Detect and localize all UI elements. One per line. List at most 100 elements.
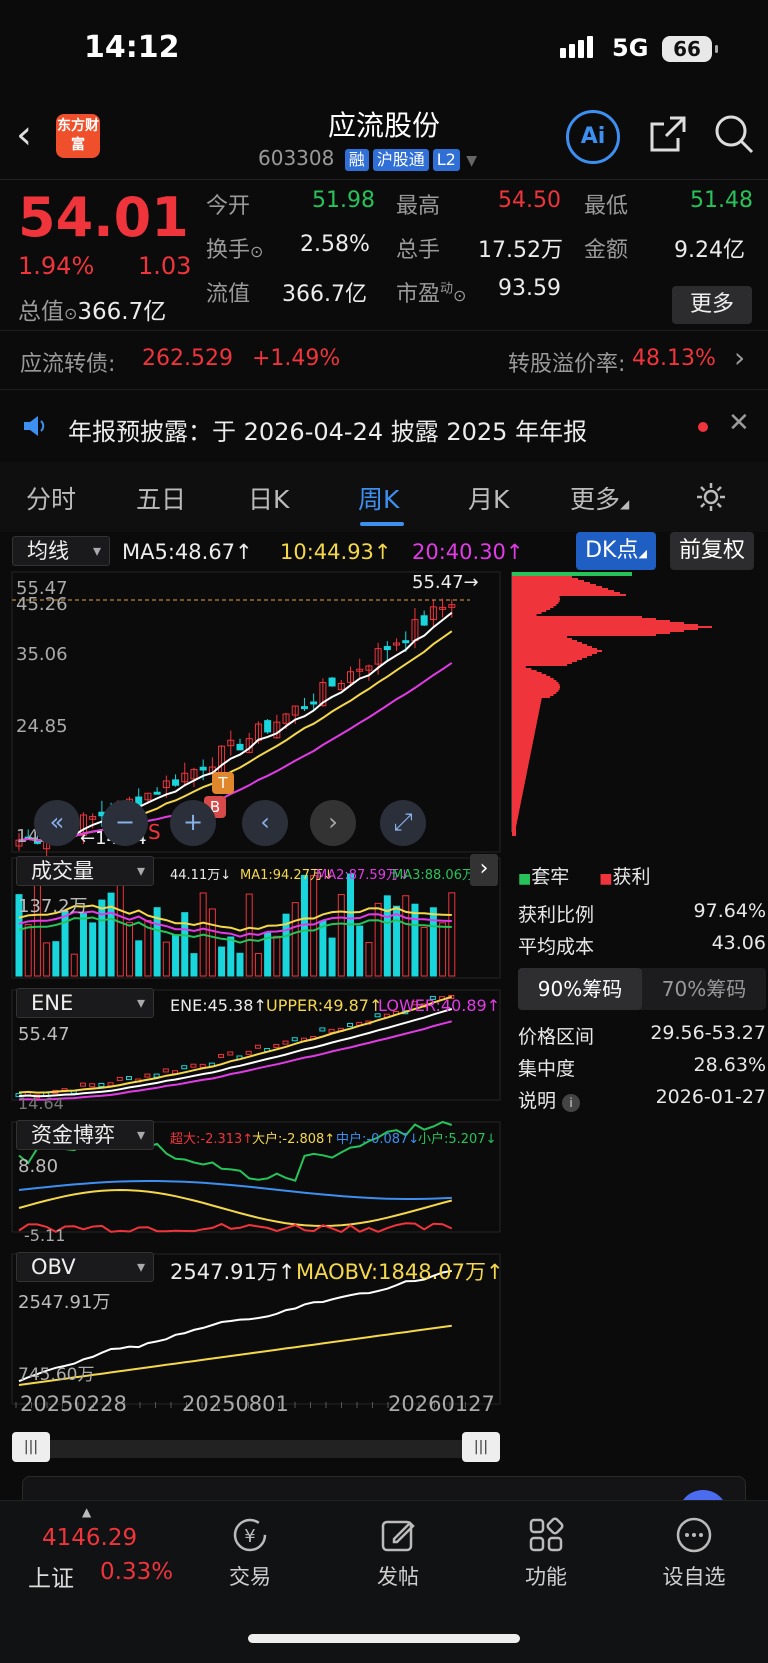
indicator-select-volume[interactable]: 成交量 (16, 856, 154, 886)
zoom-out-icon[interactable]: − (102, 800, 148, 846)
ene-lower: LOWER:40.89↑ (378, 996, 501, 1015)
range-handle-left[interactable]: ||| (12, 1432, 50, 1462)
share-icon[interactable] (648, 114, 688, 154)
stock-header: ‹ 东方财富 应流股份 603308 融沪股通 L2 ▼ Ai (0, 100, 768, 180)
gear-icon[interactable] (694, 480, 728, 514)
legend-profit: 获利 (612, 866, 651, 888)
ene-candle (254, 1044, 261, 1049)
float-value: 366.7亿 (282, 282, 367, 307)
info-icon[interactable]: ⊙ (64, 304, 77, 323)
ene-candle (227, 1051, 234, 1056)
t-badge[interactable]: T (212, 772, 234, 794)
scroll-right-icon[interactable]: › (310, 800, 356, 846)
volume-bar (70, 953, 78, 977)
volume-bar (218, 946, 226, 977)
volume-bar (411, 903, 419, 977)
volume-bar (126, 921, 133, 977)
adjust-button[interactable]: 前复权 (670, 532, 754, 570)
change-percent: 1.94% (18, 252, 95, 280)
grid-icon (529, 1517, 564, 1552)
volume-bar (383, 895, 391, 977)
notice-bar[interactable]: 年报预披露：于 2026-04-24 披露 2025 年年报 ✕ (0, 396, 768, 458)
bond-label: 应流转债: (20, 352, 116, 377)
ene-candle (328, 1028, 335, 1033)
zoom-in-icon[interactable]: + (170, 800, 216, 846)
tab-intraday[interactable]: 分时 (26, 480, 76, 516)
tab-daily-k[interactable]: 日K (248, 480, 289, 516)
zoom-out-pan-icon[interactable]: « (34, 800, 80, 846)
ma20-value: 20:40.30↑ (412, 540, 524, 564)
tab-five-day[interactable]: 五日 (136, 480, 186, 516)
s-badge[interactable]: S (148, 820, 161, 844)
ene-candle (144, 1073, 151, 1078)
index-name[interactable]: 上证 (28, 1559, 74, 1593)
dk-point-button[interactable]: DK点◢ (576, 532, 656, 570)
volume-current: 44.11万↓ (170, 868, 232, 883)
network-label: 5G (612, 34, 649, 62)
total-value: 366.7亿 (77, 299, 167, 325)
obv-top: 2547.91万 (18, 1292, 111, 1313)
ene-candle (107, 1082, 114, 1087)
total-value-row: 总值⊙366.7亿 (18, 292, 194, 326)
tab-monthly-k[interactable]: 月K (468, 480, 509, 516)
close-icon[interactable]: ✕ (728, 408, 750, 438)
candle-body (402, 640, 410, 644)
ene-upper: UPPER:49.87↑ (266, 996, 383, 1015)
ai-button[interactable]: Ai (566, 110, 620, 164)
open-value: 51.98 (312, 188, 375, 213)
volume-bar (393, 905, 401, 977)
yen-cycle-icon: ¥ (233, 1518, 267, 1552)
notice-text: 年报预披露：于 2026-04-24 披露 2025 年年报 (68, 418, 588, 446)
scroll-left-icon[interactable]: ‹ (242, 800, 288, 846)
chip-percent-toggle: 90%筹码 70%筹码 (518, 968, 766, 1010)
ene-candle (291, 1037, 298, 1042)
volume-bar (52, 941, 60, 977)
price-range-row: 价格区间 29.56-53.27 (518, 1022, 766, 1048)
seg-70[interactable]: 70%筹码 (642, 968, 766, 1010)
tab-weekly-k[interactable]: 周K (358, 480, 399, 516)
nav-trade[interactable]: ¥ 交易 (190, 1515, 310, 1591)
index-pct[interactable]: 0.33% (100, 1559, 173, 1585)
fullscreen-icon[interactable]: ⤢ (380, 800, 426, 846)
range-scroller[interactable] (12, 1440, 500, 1458)
seg-90[interactable]: 90%筹码 (518, 968, 642, 1010)
indicator-select-fund[interactable]: 资金博弈 (16, 1120, 154, 1150)
volume-bar (328, 937, 336, 977)
home-indicator (248, 1634, 520, 1643)
more-dots-icon (676, 1517, 712, 1553)
current-price: 54.01 (18, 186, 189, 249)
volume-value: 17.52万 (478, 238, 563, 263)
indicator-select-ene[interactable]: ENE (16, 988, 154, 1018)
info-icon[interactable]: ⊙ (453, 286, 466, 305)
convertible-bond-row[interactable]: 应流转债: 262.529 +1.49% 转股溢价率: 48.13% › (0, 330, 768, 390)
search-icon[interactable] (712, 112, 756, 156)
indicator-select-ma[interactable]: 均线 (12, 536, 110, 566)
turnover-label: 换手⊙ (206, 238, 264, 263)
volume-bar (135, 940, 143, 977)
fund-small: 小户:5.207↓ (418, 1132, 497, 1147)
note-row[interactable]: 说明 i 2026-01-27 (518, 1086, 766, 1113)
nav-function[interactable]: 功能 (486, 1515, 606, 1591)
chevron-down-icon[interactable]: ▼ (466, 153, 477, 169)
nav-watchlist-add[interactable]: 设自选 (634, 1515, 754, 1591)
volume-bar (402, 895, 410, 977)
more-button[interactable]: 更多 (672, 286, 752, 324)
ene-candle (319, 1027, 326, 1032)
fund-big-line (18, 1188, 453, 1228)
info-icon[interactable]: ⊙ (250, 242, 263, 261)
volume-bar (429, 907, 437, 977)
candle-body (236, 743, 244, 751)
bond-pct: +1.49% (252, 346, 341, 371)
volume-bar (236, 952, 244, 977)
speaker-icon (24, 416, 45, 436)
range-handle-right[interactable]: ||| (462, 1432, 500, 1462)
tab-more[interactable]: 更多◢ (570, 480, 629, 516)
edit-icon (381, 1520, 415, 1552)
volume-bar (89, 922, 97, 977)
nav-post[interactable]: 发帖 (338, 1515, 458, 1591)
low-label: 最低 (584, 194, 629, 219)
volume-bar (254, 953, 262, 977)
index-value[interactable]: 4146.29 (42, 1525, 137, 1551)
collapse-panel-icon[interactable]: › (470, 854, 498, 886)
indicator-select-obv[interactable]: OBV (16, 1252, 154, 1282)
